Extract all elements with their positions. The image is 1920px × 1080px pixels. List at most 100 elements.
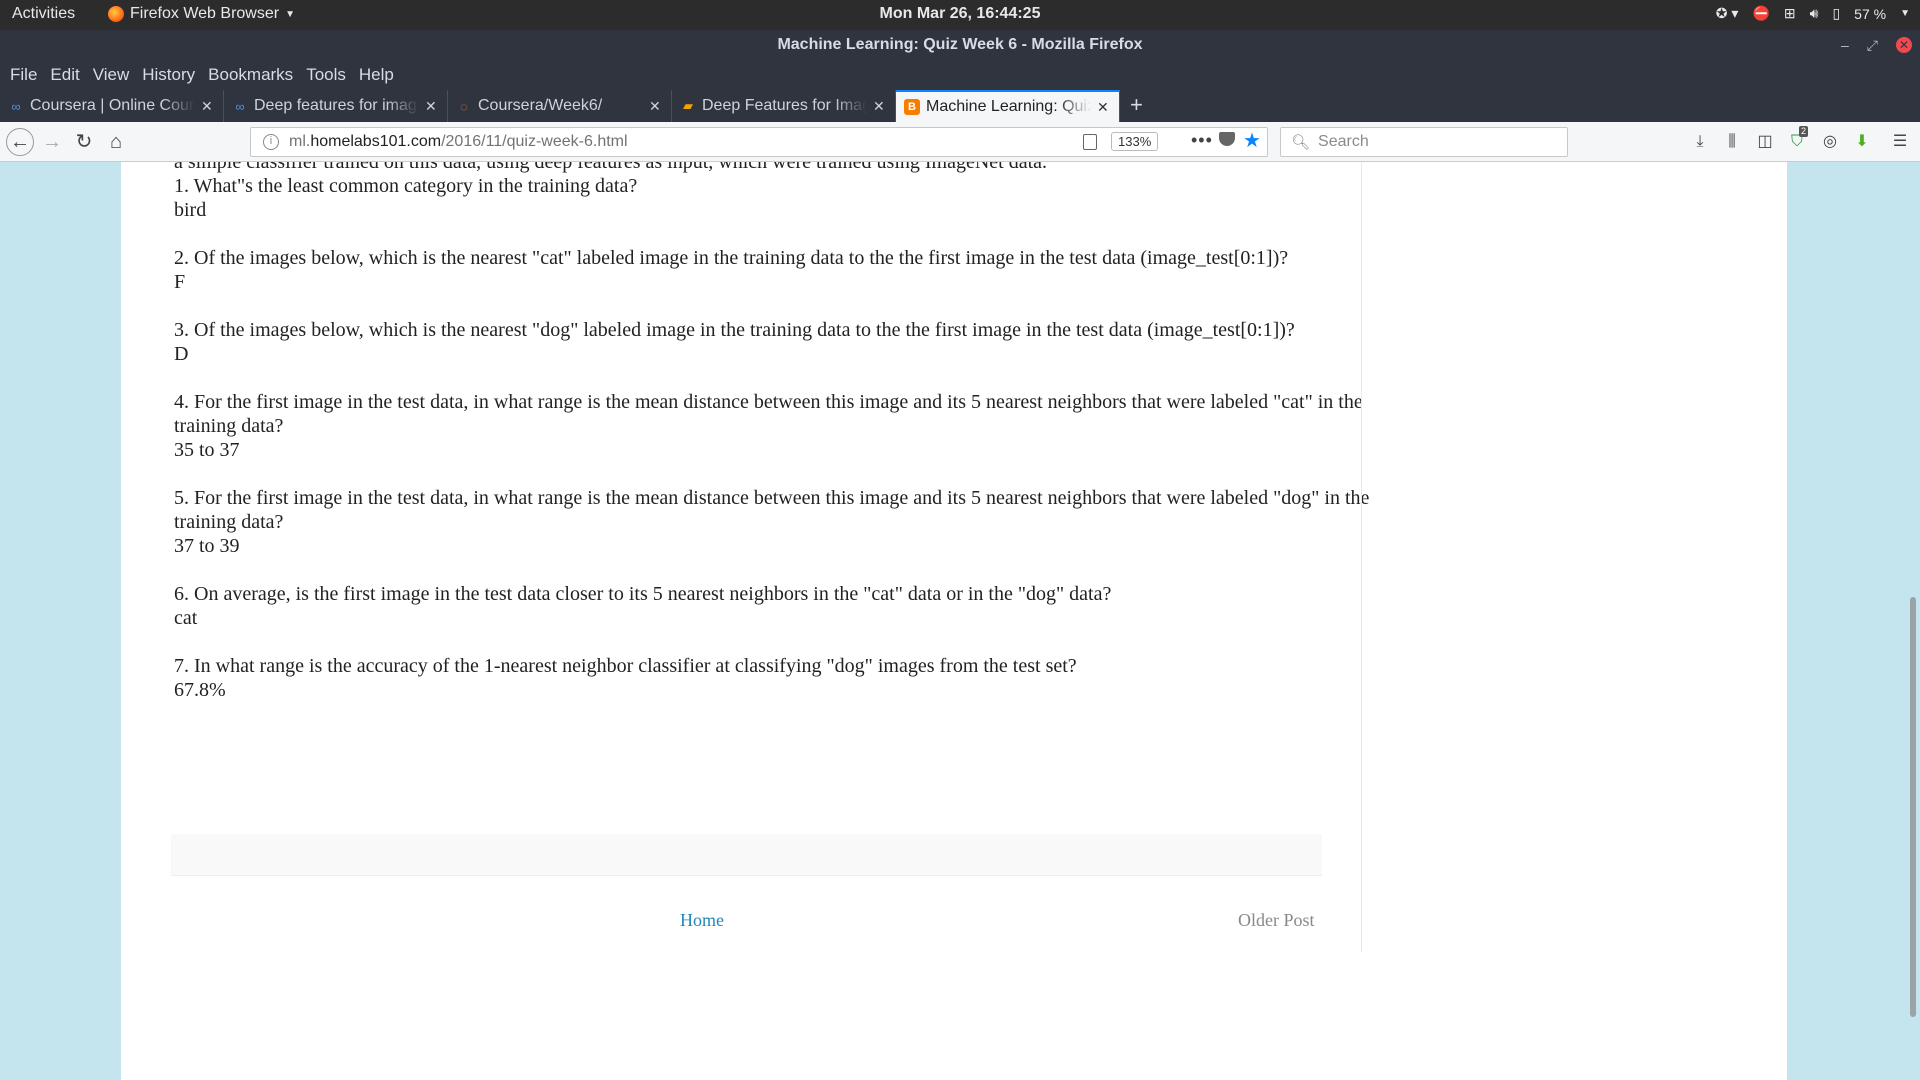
quiz-question: 7. In what range is the accuracy of the …: [174, 655, 1077, 677]
notebook-icon: ▰: [683, 98, 693, 113]
menu-edit[interactable]: Edit: [50, 60, 92, 90]
accessibility-icon[interactable]: ✪ ▾: [1716, 5, 1739, 22]
menu-bar: File Edit View History Bookmarks Tools H…: [0, 60, 1920, 90]
url-bar[interactable]: i ml. homelabs101.com/2016/11/quiz-week-6…: [250, 127, 1268, 157]
close-tab-icon[interactable]: ✕: [1097, 99, 1111, 116]
close-tab-icon[interactable]: ✕: [649, 98, 663, 115]
back-button[interactable]: ←: [6, 128, 34, 156]
quiz-answer: cat: [174, 607, 198, 629]
quiz-item: 6. On average, is the first image in the…: [174, 582, 1394, 630]
search-bar[interactable]: 🔍︎ Search: [1280, 127, 1568, 157]
menu-history[interactable]: History: [142, 60, 208, 90]
reload-button[interactable]: ↻: [72, 130, 96, 154]
extension-badge: 2: [1799, 126, 1809, 137]
volume-icon[interactable]: 🔊︎: [1810, 5, 1819, 22]
menu-view[interactable]: View: [93, 60, 143, 90]
quiz-question: 5. For the first image in the test data,…: [174, 487, 1370, 533]
search-icon: 🔍︎: [1291, 134, 1311, 151]
gnome-top-bar: Activities Firefox Web Browser ▼ Mon Mar…: [0, 0, 1920, 30]
url-path: /2016/11/quiz-week-6.html: [441, 133, 628, 150]
home-button[interactable]: ⌂: [104, 130, 128, 154]
quiz-answer: 37 to 39: [174, 535, 240, 557]
close-tab-icon[interactable]: ✕: [201, 98, 215, 115]
new-tab-button[interactable]: +: [1120, 90, 1153, 122]
tab-strip: ∞ Coursera | Online Courses ✕ ∞ Deep fea…: [0, 90, 1920, 122]
tab-coursera[interactable]: ∞ Coursera | Online Courses ✕: [0, 90, 224, 122]
menu-tools[interactable]: Tools: [306, 60, 359, 90]
tab-deep-features-notebook[interactable]: ▰ Deep Features for Image ✕: [672, 90, 896, 122]
blogger-icon: B: [904, 99, 920, 115]
quiz-answer: 67.8%: [174, 679, 226, 701]
tab-label: Coursera | Online Courses: [30, 97, 195, 114]
close-window-button[interactable]: ✕: [1896, 37, 1912, 53]
sidebar-divider: [1361, 162, 1362, 952]
quiz-item: 3. Of the images below, which is the nea…: [174, 318, 1394, 366]
quiz-item: 5. For the first image in the test data,…: [174, 486, 1394, 558]
zoom-level-button[interactable]: 133%: [1111, 132, 1159, 151]
close-tab-icon[interactable]: ✕: [873, 98, 887, 115]
window-title: Machine Learning: Quiz Week 6 - Mozilla …: [777, 36, 1143, 53]
tab-label: Deep features for image: [254, 97, 419, 114]
navigation-toolbar: ← → ↻ ⌂ i ml. homelabs101.com/2016/11/qui…: [0, 122, 1920, 162]
blog-page: a simple classifier trained on this data…: [121, 162, 1787, 1080]
clock[interactable]: Mon Mar 26, 16:44:25: [880, 5, 1041, 22]
library-icon[interactable]: ⫼: [1722, 132, 1742, 152]
menu-help[interactable]: Help: [359, 60, 407, 90]
quiz-answer: F: [174, 271, 186, 293]
coursera-icon: ∞: [11, 98, 21, 114]
page-scrollbar[interactable]: [1910, 597, 1916, 1017]
firefox-icon: [108, 6, 124, 22]
page-viewport: a simple classifier trained on this data…: [0, 162, 1920, 1080]
bookmark-star-icon[interactable]: ★: [1243, 128, 1261, 153]
quiz-answer: 35 to 37: [174, 439, 240, 461]
page-actions-icon[interactable]: •••: [1191, 130, 1213, 151]
app-menu-label: Firefox Web Browser: [130, 5, 280, 22]
extension-icon[interactable]: ◎: [1820, 132, 1840, 152]
url-prefix: ml.: [289, 133, 311, 150]
quiz-question: 2. Of the images below, which is the nea…: [174, 247, 1289, 269]
chevron-down-icon: ▼: [285, 8, 295, 20]
quiz-question: 4. For the first image in the test data,…: [174, 391, 1363, 437]
quiz-item: 7. In what range is the accuracy of the …: [174, 654, 1394, 702]
chevron-down-icon[interactable]: ▼: [1900, 8, 1910, 19]
forward-button[interactable]: →: [40, 130, 64, 154]
shield-extension-icon[interactable]: ⛉ 2: [1787, 126, 1809, 152]
tab-label: Deep Features for Image: [702, 97, 867, 114]
hamburger-menu-icon[interactable]: ☰: [1890, 132, 1910, 152]
menu-bookmarks[interactable]: Bookmarks: [208, 60, 306, 90]
tab-machine-learning-quiz[interactable]: B Machine Learning: Quiz ✕: [896, 90, 1120, 122]
activities-button[interactable]: Activities: [12, 5, 75, 23]
older-post-link[interactable]: Older Post: [1238, 910, 1315, 931]
jupyter-icon: ◌: [460, 98, 468, 114]
post-body: a simple classifier trained on this data…: [174, 162, 1394, 726]
quiz-question: 3. Of the images below, which is the nea…: [174, 319, 1295, 341]
url-host: homelabs101.com: [310, 133, 442, 150]
system-tray[interactable]: ✪ ▾ ⛔ ⊞ 🔊︎ ▯ 57 % ▼: [1716, 5, 1910, 22]
search-placeholder: Search: [1318, 133, 1369, 150]
quiz-answer: D: [174, 343, 189, 365]
post-intro: a simple classifier trained on this data…: [174, 162, 1048, 173]
menu-file[interactable]: File: [10, 60, 50, 90]
do-not-disturb-icon[interactable]: ⛔: [1752, 5, 1769, 22]
quiz-answer: bird: [174, 199, 207, 221]
tab-deep-features-coursera[interactable]: ∞ Deep features for image ✕: [224, 90, 448, 122]
network-icon[interactable]: ⊞: [1784, 5, 1796, 22]
reader-view-icon[interactable]: [1083, 134, 1097, 150]
app-menu[interactable]: Firefox Web Browser ▼: [108, 5, 295, 23]
tab-jupyter-week6[interactable]: ◌ Coursera/Week6/ ✕: [448, 90, 672, 122]
pocket-icon[interactable]: [1219, 132, 1235, 146]
site-info-icon[interactable]: i: [263, 134, 279, 150]
maximize-button[interactable]: ⤢: [1867, 30, 1878, 60]
quiz-question: 1. What"s the least common category in t…: [174, 175, 638, 197]
battery-percent[interactable]: 57 %: [1854, 6, 1886, 22]
home-link[interactable]: Home: [680, 910, 724, 931]
close-tab-icon[interactable]: ✕: [425, 98, 439, 115]
sidebar-icon[interactable]: ◫: [1755, 132, 1775, 152]
download-helper-icon[interactable]: ⬇: [1852, 132, 1872, 152]
tab-label: Coursera/Week6/: [478, 97, 603, 114]
battery-icon[interactable]: ▯: [1832, 5, 1840, 22]
quiz-question: 6. On average, is the first image in the…: [174, 583, 1112, 605]
downloads-icon[interactable]: ⤓: [1690, 132, 1710, 152]
minimize-button[interactable]: ‒: [1841, 30, 1849, 60]
tab-label: Machine Learning: Quiz: [926, 98, 1091, 115]
